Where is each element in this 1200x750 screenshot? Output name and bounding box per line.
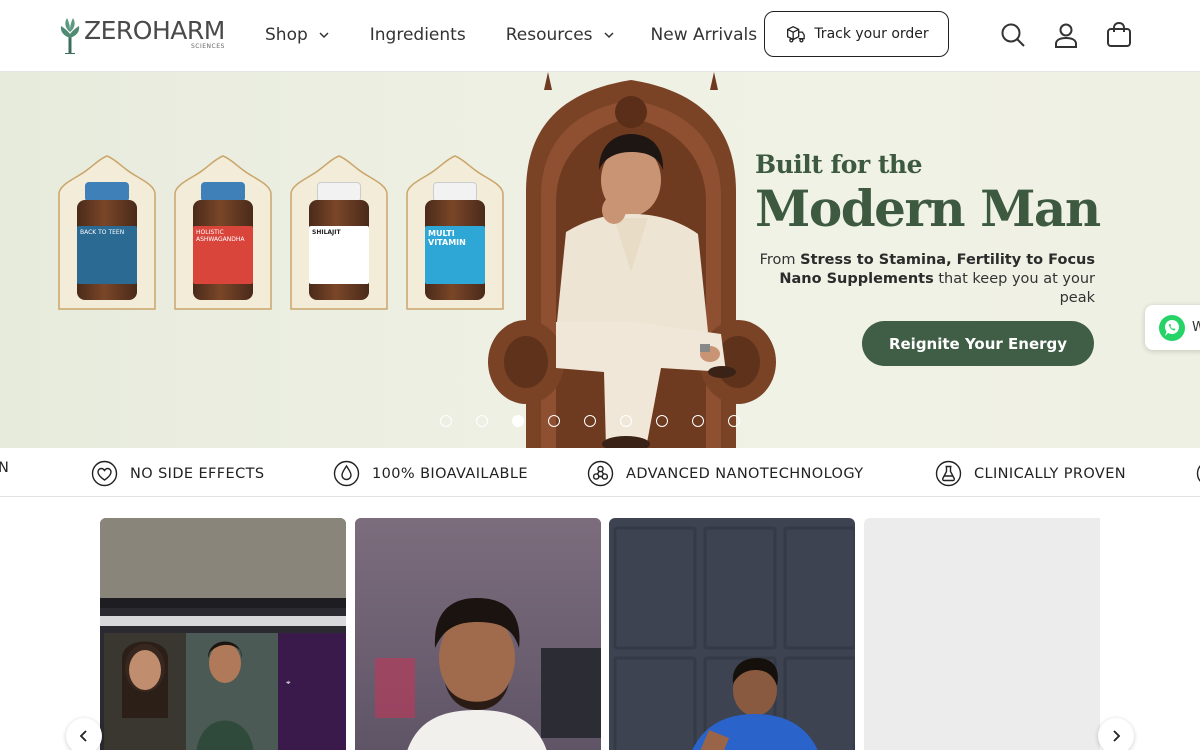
molecule-icon xyxy=(587,460,614,487)
features-strip: N NO SIDE EFFECTS 100% BIOAVAILABLE ADVA… xyxy=(0,448,1200,497)
hero-title: Modern Man xyxy=(755,179,1101,238)
product-arch-3: SHILAJIT xyxy=(289,154,389,310)
delivery-truck-icon xyxy=(787,25,806,43)
chevron-right-icon xyxy=(1113,730,1121,742)
whatsapp-icon xyxy=(1159,314,1185,341)
feature-item-clinically-proven: CLINICALLY PROVEN xyxy=(935,460,1126,487)
video-card-3[interactable] xyxy=(609,518,855,750)
chevron-down-icon xyxy=(604,32,614,39)
hero-banner[interactable]: BACK TO TEEN HOLISTIC ASHWAGANDHA SHILAJ… xyxy=(0,72,1200,448)
nav-new-arrivals-label: New Arrivals xyxy=(650,25,758,45)
nav-resources-label: Resources xyxy=(505,25,593,45)
account-button[interactable] xyxy=(1051,20,1081,50)
carousel-prev-button[interactable] xyxy=(66,718,102,750)
hero-text-block: Built for the Modern Man From Stress to … xyxy=(755,150,1101,308)
product-label: MULTI VITAMIN xyxy=(425,226,485,284)
whatsapp-chat-button[interactable]: W xyxy=(1145,305,1200,350)
carousel-dot-6[interactable] xyxy=(620,415,632,427)
tree-logo-icon xyxy=(60,18,80,54)
video-thumbnail-man-blue-shirt xyxy=(609,518,855,750)
carousel-dot-4[interactable] xyxy=(548,415,560,427)
chevron-down-icon xyxy=(319,32,329,39)
video-card-4[interactable] xyxy=(864,518,1100,750)
hero-model-on-throne-image xyxy=(486,72,776,448)
video-card-2[interactable] xyxy=(355,518,601,750)
video-thumbnail-man-speaking xyxy=(355,518,601,750)
feature-label: NO SIDE EFFECTS xyxy=(130,465,265,482)
nav-new-arrivals[interactable]: New Arrivals xyxy=(651,22,758,48)
nav-ingredients-label: Ingredients xyxy=(369,25,466,45)
product-bottle-ashwagandha: HOLISTIC ASHWAGANDHA xyxy=(191,182,255,300)
account-icon xyxy=(1055,23,1077,48)
main-nav: Shop Ingredients Resources New Arrivals xyxy=(265,22,797,48)
feature-item-partial: N xyxy=(0,460,9,476)
carousel-dot-5[interactable] xyxy=(584,415,596,427)
track-order-label: Track your order xyxy=(814,26,929,42)
brand-sub: SCIENCES xyxy=(190,43,225,50)
heart-shield-icon xyxy=(91,460,118,487)
track-order-button[interactable]: Track your order xyxy=(764,11,949,57)
hero-subtitle: From Stress to Stamina, Fertility to Foc… xyxy=(755,251,1095,308)
product-bottle-multivitamin: MULTI VITAMIN xyxy=(423,182,487,300)
svg-text:⌖: ⌖ xyxy=(286,678,291,687)
hero-kicker: Built for the xyxy=(755,150,923,179)
chevron-left-icon xyxy=(79,730,87,742)
brand-logo[interactable]: ZEROHARM SCIENCES xyxy=(58,16,225,54)
cart-button[interactable] xyxy=(1104,20,1134,50)
product-label: SHILAJIT xyxy=(309,226,369,284)
product-bottle-shilajit: SHILAJIT xyxy=(307,182,371,300)
site-header: ZEROHARM SCIENCES Shop Ingredients Resou… xyxy=(0,0,1200,72)
drop-icon xyxy=(333,460,360,487)
product-arch-2: HOLISTIC ASHWAGANDHA xyxy=(173,154,273,310)
feature-item-bioavailable: 100% BIOAVAILABLE xyxy=(333,460,528,487)
search-icon xyxy=(1001,23,1025,47)
nav-resources[interactable]: Resources xyxy=(506,22,615,48)
search-button[interactable] xyxy=(998,20,1028,50)
nav-ingredients[interactable]: Ingredients xyxy=(370,22,466,48)
feature-label: ADVANCED NANOTECHNOLOGY xyxy=(626,465,864,482)
reignite-energy-button[interactable]: Reignite Your Energy xyxy=(862,321,1094,366)
carousel-dots xyxy=(440,415,764,427)
video-thumbnail-laptop-call: ⌖ xyxy=(100,518,346,750)
brand-name: ZEROHARM xyxy=(84,16,225,45)
carousel-dot-9[interactable] xyxy=(728,415,740,427)
feature-item-nanotechnology: ADVANCED NANOTECHNOLOGY xyxy=(587,460,864,487)
carousel-dot-2[interactable] xyxy=(476,415,488,427)
whatsapp-label: W xyxy=(1192,320,1200,335)
circle-icon xyxy=(1196,465,1200,482)
video-carousel: ⌖ xyxy=(100,518,1100,750)
feature-item-no-side-effects: NO SIDE EFFECTS xyxy=(91,460,264,487)
product-bottle-back-to-teen: BACK TO TEEN xyxy=(75,182,139,300)
flask-icon xyxy=(935,460,962,487)
feature-label: N xyxy=(0,460,9,476)
hero-sub-bold-1: Stress to Stamina, Fertility to Focus xyxy=(800,252,1095,268)
carousel-dot-1[interactable] xyxy=(440,415,452,427)
hero-sub-pre: From xyxy=(759,252,801,268)
nav-shop[interactable]: Shop xyxy=(265,22,330,48)
nav-shop-label: Shop xyxy=(265,25,308,45)
product-label: BACK TO TEEN xyxy=(77,226,137,284)
hero-sub-bold-2: Nano Supplements xyxy=(779,271,934,287)
feature-label: 100% BIOAVAILABLE xyxy=(372,465,528,482)
carousel-dot-3[interactable] xyxy=(512,415,524,427)
carousel-dot-8[interactable] xyxy=(692,415,704,427)
hero-sub-post: that keep you at your peak xyxy=(933,271,1095,306)
product-arch-1: BACK TO TEEN xyxy=(57,154,157,310)
feature-label: CLINICALLY PROVEN xyxy=(974,465,1127,482)
carousel-dot-7[interactable] xyxy=(656,415,668,427)
carousel-next-button[interactable] xyxy=(1098,718,1134,750)
video-card-1[interactable]: ⌖ xyxy=(100,518,346,750)
product-label: HOLISTIC ASHWAGANDHA xyxy=(193,226,253,284)
cart-icon xyxy=(1107,21,1131,47)
